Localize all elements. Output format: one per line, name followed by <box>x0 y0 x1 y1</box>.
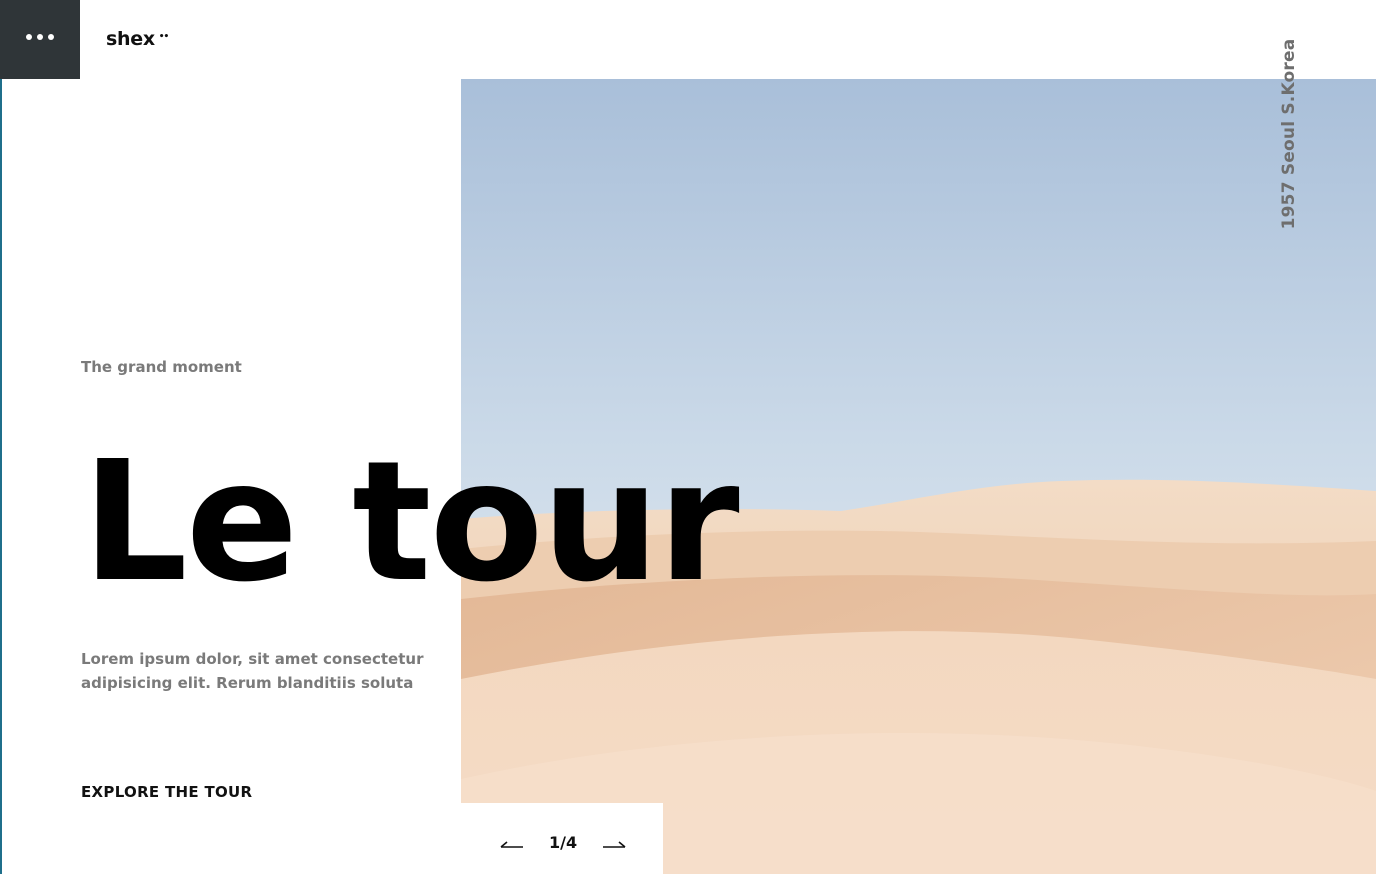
arrow-right-icon[interactable] <box>601 839 627 853</box>
page: shex •• 1957 Seoul S.Korea The grand mom… <box>0 0 1376 874</box>
brand-name: shex <box>106 28 155 50</box>
explore-tour-link[interactable]: EXPLORE THE TOUR <box>81 783 252 801</box>
slide-pager: 1/4 <box>461 803 663 874</box>
arrow-left-icon[interactable] <box>499 839 525 853</box>
brand-mark: •• <box>158 32 169 42</box>
hero-description: Lorem ipsum dolor, sit amet consectetur … <box>81 650 424 692</box>
hero-title: Le tour <box>82 426 740 619</box>
location-label: 1957 Seoul S.Korea <box>1279 38 1299 230</box>
brand-logo[interactable]: shex •• <box>106 28 169 50</box>
more-horizontal-icon <box>26 33 54 40</box>
menu-button[interactable] <box>0 0 80 79</box>
hero-subtitle: The grand moment <box>81 358 242 376</box>
slide-counter: 1/4 <box>549 833 578 852</box>
left-edge-line <box>0 0 2 874</box>
